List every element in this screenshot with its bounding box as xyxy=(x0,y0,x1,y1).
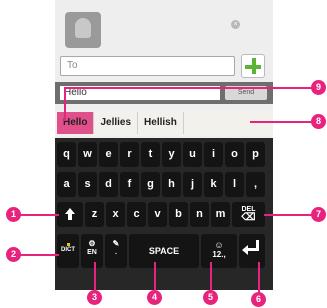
key-n[interactable]: n xyxy=(190,202,209,227)
key-w[interactable]: w xyxy=(78,142,97,167)
callout-4: 4 xyxy=(147,290,162,305)
callout-3: 3 xyxy=(87,290,102,305)
key-u[interactable]: u xyxy=(183,142,202,167)
callout-line-2 xyxy=(15,254,59,256)
close-icon[interactable]: × xyxy=(231,20,240,29)
callout-9: 9 xyxy=(311,80,326,95)
key-j[interactable]: j xyxy=(183,172,202,197)
dictionary-indicator-icon xyxy=(66,243,70,246)
callout-7: 7 xyxy=(311,207,326,222)
key-t[interactable]: t xyxy=(141,142,160,167)
suggestion-item[interactable]: Jellies xyxy=(94,112,139,134)
enter-arrow-icon xyxy=(242,245,248,255)
recipient-field[interactable]: To xyxy=(60,56,235,76)
key-m[interactable]: m xyxy=(211,202,230,227)
keyboard-row-2: a s d f g h j k l , xyxy=(55,172,273,199)
callout-line-7 xyxy=(264,214,316,216)
keyboard-row-4: DICT ⚙ EN ✎ . SPACE ☺ 12., xyxy=(55,234,273,272)
callout-line-1 xyxy=(15,214,59,216)
key-x[interactable]: x xyxy=(106,202,125,227)
key-a[interactable]: a xyxy=(57,172,76,197)
delete-key[interactable]: DEL ⌫ xyxy=(232,202,265,227)
pencil-icon: ✎ xyxy=(112,239,120,248)
key-c[interactable]: c xyxy=(127,202,146,227)
callout-line-9b xyxy=(64,87,66,121)
period-label: . xyxy=(115,249,117,256)
dictionary-key[interactable]: DICT xyxy=(57,234,79,268)
callout-1: 1 xyxy=(6,207,21,222)
callout-line-6 xyxy=(258,262,260,296)
key-f[interactable]: f xyxy=(120,172,139,197)
emoji-icon: ☺ xyxy=(214,240,224,250)
callout-line-8 xyxy=(250,121,316,123)
keyboard-row-3: z x c v b n m DEL ⌫ xyxy=(55,202,273,229)
callout-8: 8 xyxy=(311,114,326,129)
callout-line-9 xyxy=(64,87,316,89)
key-h[interactable]: h xyxy=(162,172,181,197)
key-r[interactable]: r xyxy=(120,142,139,167)
period-key[interactable]: ✎ . xyxy=(105,234,127,268)
suggestion-item[interactable]: Hello xyxy=(57,112,95,134)
language-label: EN xyxy=(87,249,97,256)
suggestion-item[interactable]: Hellish xyxy=(138,112,184,134)
key-p[interactable]: p xyxy=(246,142,265,167)
callout-2: 2 xyxy=(6,247,21,262)
number-symbol-label: 12., xyxy=(212,250,226,259)
suggestion-bar: Hello Jellies Hellish xyxy=(55,110,273,136)
callout-6: 6 xyxy=(251,292,266,307)
key-q[interactable]: q xyxy=(57,142,76,167)
key-s[interactable]: s xyxy=(78,172,97,197)
key-z[interactable]: z xyxy=(85,202,104,227)
key-l[interactable]: l xyxy=(225,172,244,197)
contact-avatar[interactable] xyxy=(65,12,101,48)
space-key[interactable]: SPACE xyxy=(129,234,199,268)
enter-key[interactable] xyxy=(239,234,265,268)
callout-5: 5 xyxy=(203,290,218,305)
key-b[interactable]: b xyxy=(169,202,188,227)
number-symbol-key[interactable]: ☺ 12., xyxy=(201,234,237,268)
key-e[interactable]: e xyxy=(99,142,118,167)
key-i[interactable]: i xyxy=(204,142,223,167)
phone-screen: × To Hello Send Hello Jellies Hellish q … xyxy=(55,0,273,290)
keyboard-row-1: q w e r t y u i o p xyxy=(55,142,273,169)
shift-key[interactable] xyxy=(57,202,83,227)
backspace-icon: ⌫ xyxy=(241,212,256,223)
key-k[interactable]: k xyxy=(204,172,223,197)
key-comma[interactable]: , xyxy=(246,172,265,197)
key-d[interactable]: d xyxy=(99,172,118,197)
key-g[interactable]: g xyxy=(141,172,160,197)
dictionary-label: DICT xyxy=(61,247,75,253)
key-v[interactable]: v xyxy=(148,202,167,227)
gear-icon: ⚙ xyxy=(88,239,96,248)
key-y[interactable]: y xyxy=(162,142,181,167)
language-key[interactable]: ⚙ EN xyxy=(81,234,103,268)
key-o[interactable]: o xyxy=(225,142,244,167)
keyboard: q w e r t y u i o p a s d f g h j k l , … xyxy=(55,138,273,290)
add-contact-button[interactable] xyxy=(241,54,265,78)
